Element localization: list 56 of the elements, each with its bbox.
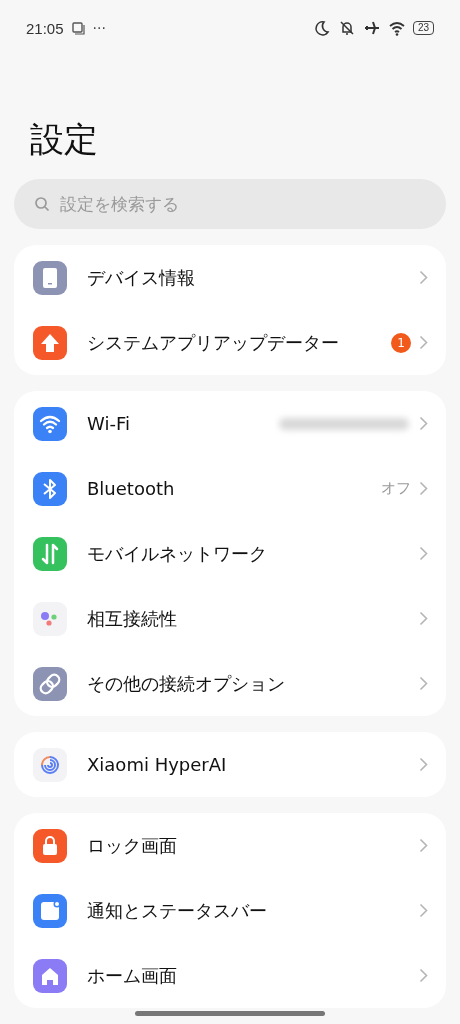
status-time: 21:05 xyxy=(26,19,64,37)
muted-bell-icon xyxy=(337,19,356,37)
count-badge: 1 xyxy=(391,332,411,353)
battery-level: 23 xyxy=(412,21,434,35)
search-field[interactable]: 設定を検索する xyxy=(14,179,446,229)
link-icon xyxy=(33,666,67,701)
item-label: 相互接続性 xyxy=(87,606,178,631)
dots-icon xyxy=(33,601,67,636)
settings-item[interactable]: 相互接続性 xyxy=(14,586,446,651)
settings-item[interactable]: デバイス情報 xyxy=(14,245,446,310)
mobile-data-icon xyxy=(33,536,67,571)
chevron-icon xyxy=(419,481,428,496)
settings-item[interactable]: Wi-Fi xyxy=(14,391,446,456)
settings-item[interactable]: Bluetooth オフ xyxy=(14,456,446,521)
more-notifications: ··· xyxy=(92,20,106,36)
bluetooth-icon xyxy=(33,471,67,506)
chevron-icon xyxy=(419,611,428,626)
chevron-icon xyxy=(419,416,428,431)
item-label: Bluetooth xyxy=(87,478,176,499)
search-icon xyxy=(34,196,50,212)
settings-item[interactable]: モバイルネットワーク xyxy=(14,521,446,586)
settings-item[interactable]: Xiaomi HyperAI xyxy=(14,732,446,797)
settings-item[interactable]: その他の接続オプション xyxy=(14,651,446,716)
moon-icon xyxy=(312,19,331,37)
chevron-icon xyxy=(419,270,428,285)
lock-icon xyxy=(33,828,67,863)
item-label: Wi-Fi xyxy=(87,413,131,434)
settings-item[interactable]: ホーム画面 xyxy=(14,943,446,1008)
wifi-icon xyxy=(33,406,67,441)
upload-icon xyxy=(33,325,67,360)
item-label: 通知とステータスバー xyxy=(87,898,268,923)
item-label: ホーム画面 xyxy=(87,963,178,988)
settings-item[interactable]: ロック画面 xyxy=(14,813,446,878)
chevron-icon xyxy=(419,546,428,561)
home-indicator[interactable] xyxy=(135,1011,325,1016)
chevron-icon xyxy=(419,838,428,853)
item-label: Xiaomi HyperAI xyxy=(87,754,228,775)
wifi-signal-icon xyxy=(387,19,406,37)
phone-icon xyxy=(33,260,67,295)
swirl-icon xyxy=(33,747,67,782)
chevron-icon xyxy=(419,335,428,350)
item-label: システムアプリアップデーター xyxy=(87,330,340,355)
chevron-icon xyxy=(419,968,428,983)
item-value: オフ xyxy=(381,479,411,498)
settings-item[interactable]: 通知とステータスバー xyxy=(14,878,446,943)
airplane-icon xyxy=(362,19,381,37)
item-label: モバイルネットワーク xyxy=(87,541,268,566)
settings-item[interactable]: システムアプリアップデーター 1 xyxy=(14,310,446,375)
item-label: デバイス情報 xyxy=(87,265,196,290)
chevron-icon xyxy=(419,757,428,772)
item-label: ロック画面 xyxy=(87,833,178,858)
page-title: 設定 xyxy=(30,122,99,156)
chevron-icon xyxy=(419,676,428,691)
chevron-icon xyxy=(419,903,428,918)
item-label: その他の接続オプション xyxy=(87,671,286,696)
home-icon xyxy=(33,958,67,993)
